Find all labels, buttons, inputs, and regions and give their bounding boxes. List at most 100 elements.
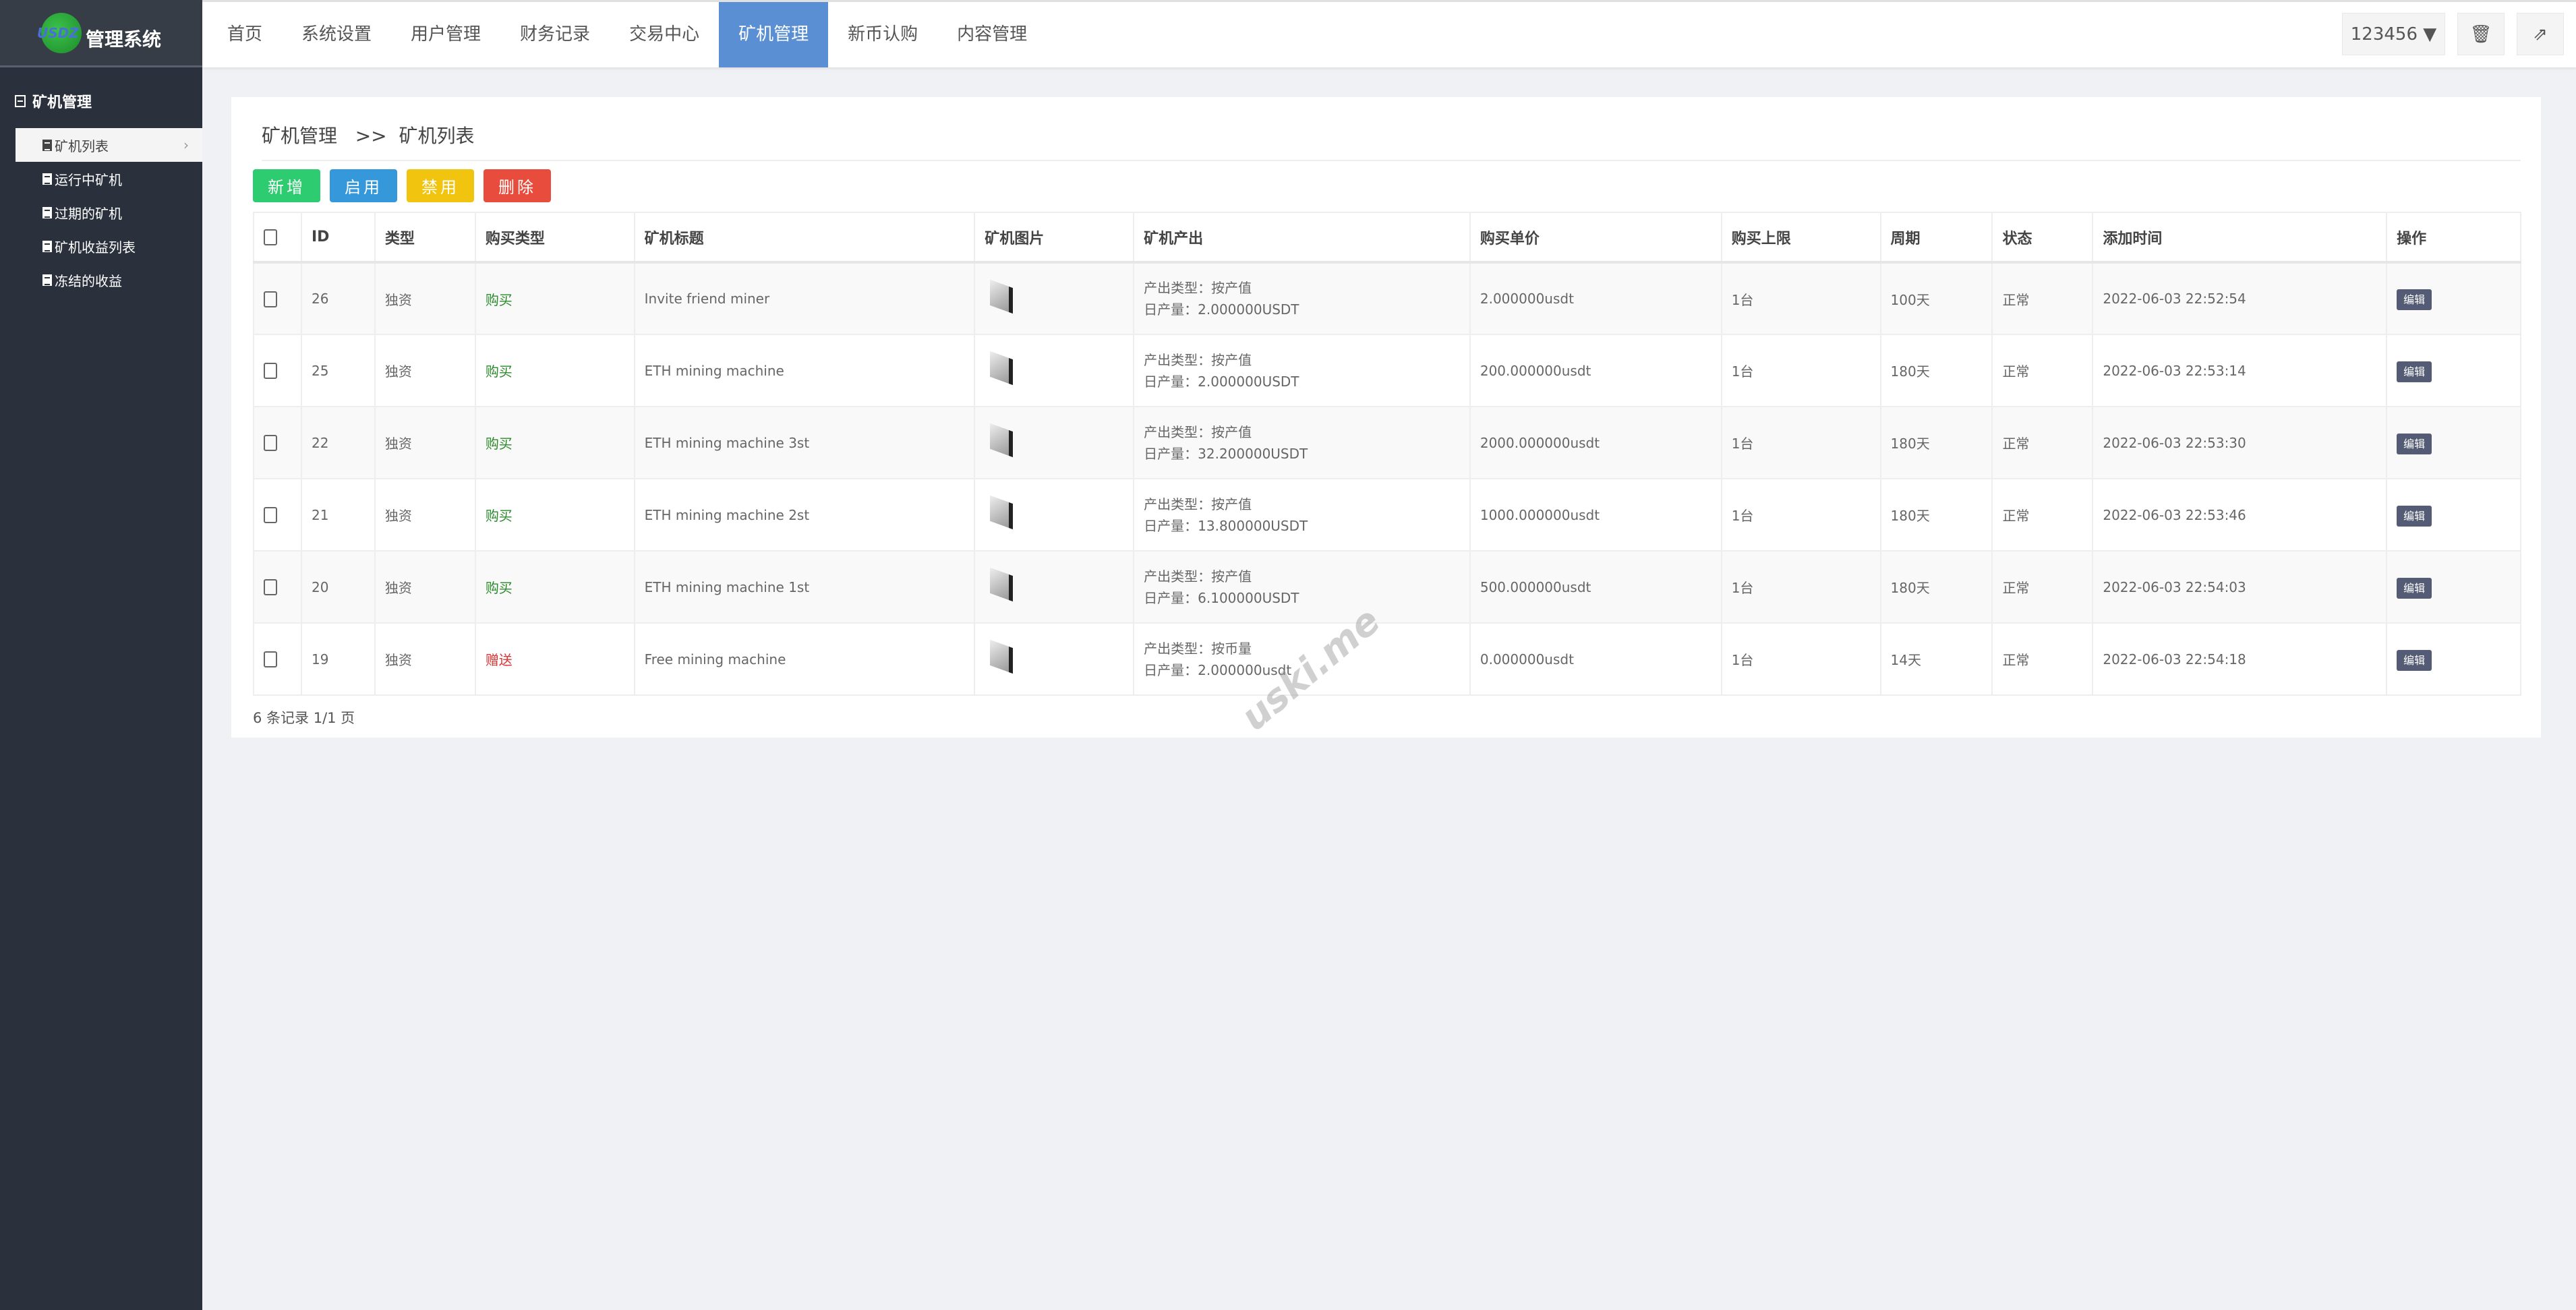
id-cell: 20 [300, 550, 376, 624]
nav-item[interactable]: 用户管理 [391, 2, 500, 67]
period-cell: 180天 [1879, 334, 1993, 407]
limit-cell: 1台 [1720, 550, 1881, 624]
edit-button[interactable]: 编辑 [2397, 289, 2432, 310]
row-checkbox[interactable] [264, 363, 277, 380]
price-cell: 1000.000000usdt [1469, 478, 1722, 552]
id-cell: 25 [300, 334, 376, 407]
sidebar-item-label: 冻结的收益 [55, 272, 122, 289]
table-row: 26 独资 购买 Invite friend miner 产出类型：按产值 日产量：2.0… [253, 262, 2521, 335]
miner-image [985, 639, 1018, 674]
nav-item[interactable]: 交易中心 [610, 2, 719, 67]
edit-button[interactable]: 编辑 [2397, 505, 2432, 527]
sidebar-item[interactable]: 运行中矿机 [16, 162, 202, 196]
action-button[interactable]: 启用 [330, 169, 397, 202]
period-cell: 180天 [1879, 550, 1993, 624]
row-checkbox[interactable] [264, 291, 277, 307]
miner-image [985, 279, 1018, 314]
edit-button[interactable]: 编辑 [2397, 361, 2432, 382]
status-cell: 正常 [1991, 478, 2094, 552]
daily-output: 日产量：13.800000USDT [1144, 517, 1308, 534]
id-cell: 22 [300, 406, 376, 479]
type-cell: 独资 [374, 262, 476, 335]
pagination-info: 6 条记录 1/1 页 [253, 710, 355, 726]
top-bar: 首页 系统设置 用户管理 财务记录 交易中心 矿机管理 新币认购 内容管理 123456 ▼ … [202, 0, 2576, 67]
nav-item[interactable]: 矿机管理 [719, 2, 829, 67]
image-cell [974, 262, 1135, 335]
action-button[interactable]: 删除 [484, 169, 551, 202]
row-checkbox[interactable] [264, 651, 277, 668]
nav-item[interactable]: 内容管理 [937, 2, 1047, 67]
type-cell: 独资 [374, 406, 476, 479]
breadcrumb-parent[interactable]: 矿机管理 [262, 125, 337, 147]
checkbox-cell [253, 622, 302, 696]
price-cell: 0.000000usdt [1469, 622, 1722, 696]
image-cell [974, 406, 1135, 479]
collapse-icon [15, 95, 26, 107]
limit-cell: 1台 [1720, 622, 1881, 696]
buy-type-cell: 购买 [474, 262, 635, 335]
nav-item[interactable]: 新币认购 [828, 2, 937, 67]
title-cell: ETH mining machine 2st [633, 478, 976, 552]
output-cell: 产出类型：按产值日产量：2.000000USDT [1133, 334, 1471, 407]
type-cell: 独资 [374, 334, 476, 407]
globe-logo-icon: USDZ [37, 12, 82, 53]
sidebar-item[interactable]: 矿机收益列表 [16, 229, 202, 263]
action-button[interactable]: 禁用 [407, 169, 474, 202]
checkbox-cell [253, 406, 302, 479]
type-cell: 独资 [374, 478, 476, 552]
list-icon [42, 173, 52, 185]
sidebar-item[interactable]: 冻结的收益 [16, 263, 202, 297]
daily-output: 日产量：32.200000USDT [1144, 445, 1308, 462]
output-cell: 产出类型：按产值 日产量：2.000000USDT [1133, 262, 1471, 335]
action-cell: 编辑 [2386, 262, 2521, 335]
period-cell: 14天 [1879, 622, 1993, 696]
price-cell: 2.000000usdt [1469, 262, 1722, 335]
list-icon [42, 274, 52, 286]
checkbox-cell [253, 334, 302, 407]
output-cell: 产出类型：按产值 日产量：32.200000USDT [1133, 406, 1471, 479]
table-row: 21 独资 购买 ETH mining machine 2st 产出类型：按产值 日产量：… [253, 478, 2521, 552]
edit-button[interactable]: 编辑 [2397, 649, 2432, 671]
action-cell: 编辑 [2386, 550, 2521, 624]
trash-icon: 🗑 [2469, 24, 2492, 44]
checkbox-cell [253, 550, 302, 624]
price-cell: 2000.000000usdt [1469, 406, 1722, 479]
user-dropdown[interactable]: 123456 ▼ [2342, 13, 2445, 55]
clear-cache-button[interactable]: 🗑 [2457, 13, 2505, 55]
output-type: 产出类型：按产值 [1144, 280, 1252, 296]
status-cell: 正常 [1991, 406, 2094, 479]
time-cell: 2022-06-03 22:54:18 [2092, 622, 2388, 696]
nav-item[interactable]: 系统设置 [282, 2, 391, 67]
row-checkbox[interactable] [264, 435, 277, 452]
action-cell: 编辑 [2386, 478, 2521, 552]
select-all-checkbox[interactable] [264, 229, 277, 245]
title-cell: Invite friend miner [633, 262, 976, 335]
daily-output: 日产量：2.000000USDT [1144, 373, 1299, 390]
type-cell: 独资 [374, 550, 476, 624]
nav-item[interactable]: 财务记录 [500, 2, 610, 67]
edit-button[interactable]: 编辑 [2397, 433, 2432, 454]
price-cell: 500.000000usdt [1469, 550, 1722, 624]
sidebar-item[interactable]: 过期的矿机 [16, 196, 202, 229]
action-button[interactable]: 新增 [253, 169, 320, 202]
title-cell: Free mining machine [633, 622, 976, 696]
sidebar-group-miner[interactable]: 矿机管理 [0, 88, 202, 115]
row-checkbox[interactable] [264, 579, 277, 596]
logout-button[interactable]: ⇗ [2517, 13, 2564, 55]
image-cell [974, 550, 1135, 624]
buy-type-cell: 购买 [474, 478, 635, 552]
output-type: 产出类型：按产值 [1144, 351, 1252, 368]
buy-type-cell: 购买 [474, 334, 635, 407]
edit-button[interactable]: 编辑 [2397, 577, 2432, 599]
list-icon [42, 240, 52, 252]
limit-cell: 1台 [1720, 334, 1881, 407]
time-cell: 2022-06-03 22:53:30 [2092, 406, 2388, 479]
column-header: 类型 [374, 212, 476, 263]
limit-cell: 1台 [1720, 262, 1881, 335]
sidebar-item[interactable]: 矿机列表 › [16, 128, 202, 162]
nav-item[interactable]: 首页 [208, 2, 282, 67]
logo: USDZ 管理系统 [0, 0, 202, 67]
miner-image [985, 495, 1018, 530]
row-checkbox[interactable] [264, 507, 277, 524]
price-cell: 200.000000usdt [1469, 334, 1722, 407]
